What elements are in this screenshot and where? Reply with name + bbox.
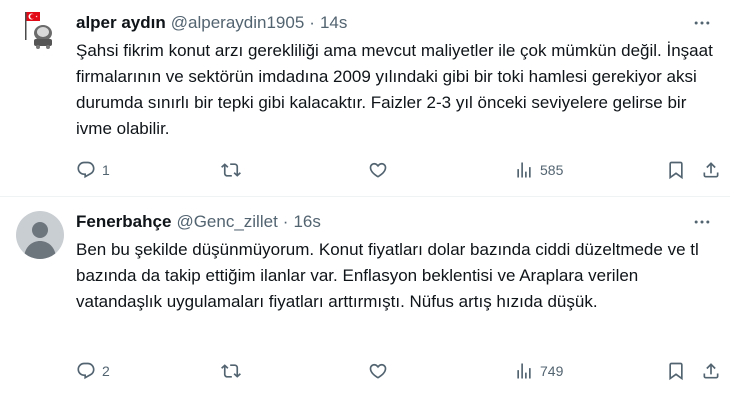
reply-button[interactable]: 2 [76,359,110,383]
share-button[interactable] [701,158,721,182]
default-user-avatar-icon [16,211,64,259]
retweet-button[interactable] [221,158,247,182]
user-handle[interactable]: @Genc_zillet [176,212,277,232]
view-count: 585 [540,162,564,178]
more-options-button[interactable] [690,12,714,34]
timestamp[interactable]: 14s [320,13,347,33]
heart-icon [369,363,387,379]
retweet-icon [221,163,241,177]
reply-icon [77,161,95,179]
tweet-actions: 2 749 [76,359,724,383]
reply-icon [77,362,95,380]
separator-dot: · [282,212,289,231]
tweet-text: Şahsi fikrim konut arzı gerekliliği ama … [76,41,713,138]
views-bar-chart-icon [517,363,531,379]
views-bar-chart-icon [517,162,531,178]
like-button[interactable] [368,158,394,182]
avatar[interactable] [16,6,64,54]
share-icon [703,363,719,379]
reply-count: 1 [102,162,110,178]
avatar[interactable] [16,211,64,259]
views-button[interactable]: 749 [514,359,563,383]
share-button[interactable] [701,359,721,383]
retweet-icon [221,364,241,378]
tweet-actions: 1 585 [76,158,724,182]
bookmark-button[interactable] [666,359,686,383]
tweet-header: Fenerbahçe @Genc_zillet · 16s [76,211,714,233]
more-dots-icon [694,21,710,25]
display-name[interactable]: alper aydın [76,13,166,33]
retweet-button[interactable] [221,359,247,383]
display-name[interactable]: Fenerbahçe [76,212,171,232]
tweet-1[interactable]: alper aydın @alperaydin1905 · 14s Şahsi … [0,0,730,197]
more-dots-icon [694,220,710,224]
more-options-button[interactable] [690,211,714,233]
heart-icon [369,162,387,178]
tweet-text: Ben bu şekilde düşünmüyorum. Konut fiyat… [76,240,699,311]
view-count: 749 [540,363,564,379]
like-button[interactable] [368,359,394,383]
tweet-2[interactable]: Fenerbahçe @Genc_zillet · 16s Ben bu şek… [0,197,730,420]
bookmark-button[interactable] [666,158,686,182]
tweet-content: Fenerbahçe @Genc_zillet · 16s Ben bu şek… [76,211,714,315]
reply-count: 2 [102,363,110,379]
user-handle[interactable]: @alperaydin1905 [171,13,305,33]
views-button[interactable]: 585 [514,158,563,182]
separator-dot: · [309,13,315,32]
tweet-header: alper aydın @alperaydin1905 · 14s [76,12,714,34]
tweet-content: alper aydın @alperaydin1905 · 14s Şahsi … [76,12,714,142]
reply-button[interactable]: 1 [76,158,110,182]
share-icon [703,162,719,178]
flag-crest-avatar-icon [16,6,64,54]
timestamp[interactable]: 16s [293,212,320,232]
bookmark-icon [669,362,683,381]
bookmark-icon [669,161,683,180]
